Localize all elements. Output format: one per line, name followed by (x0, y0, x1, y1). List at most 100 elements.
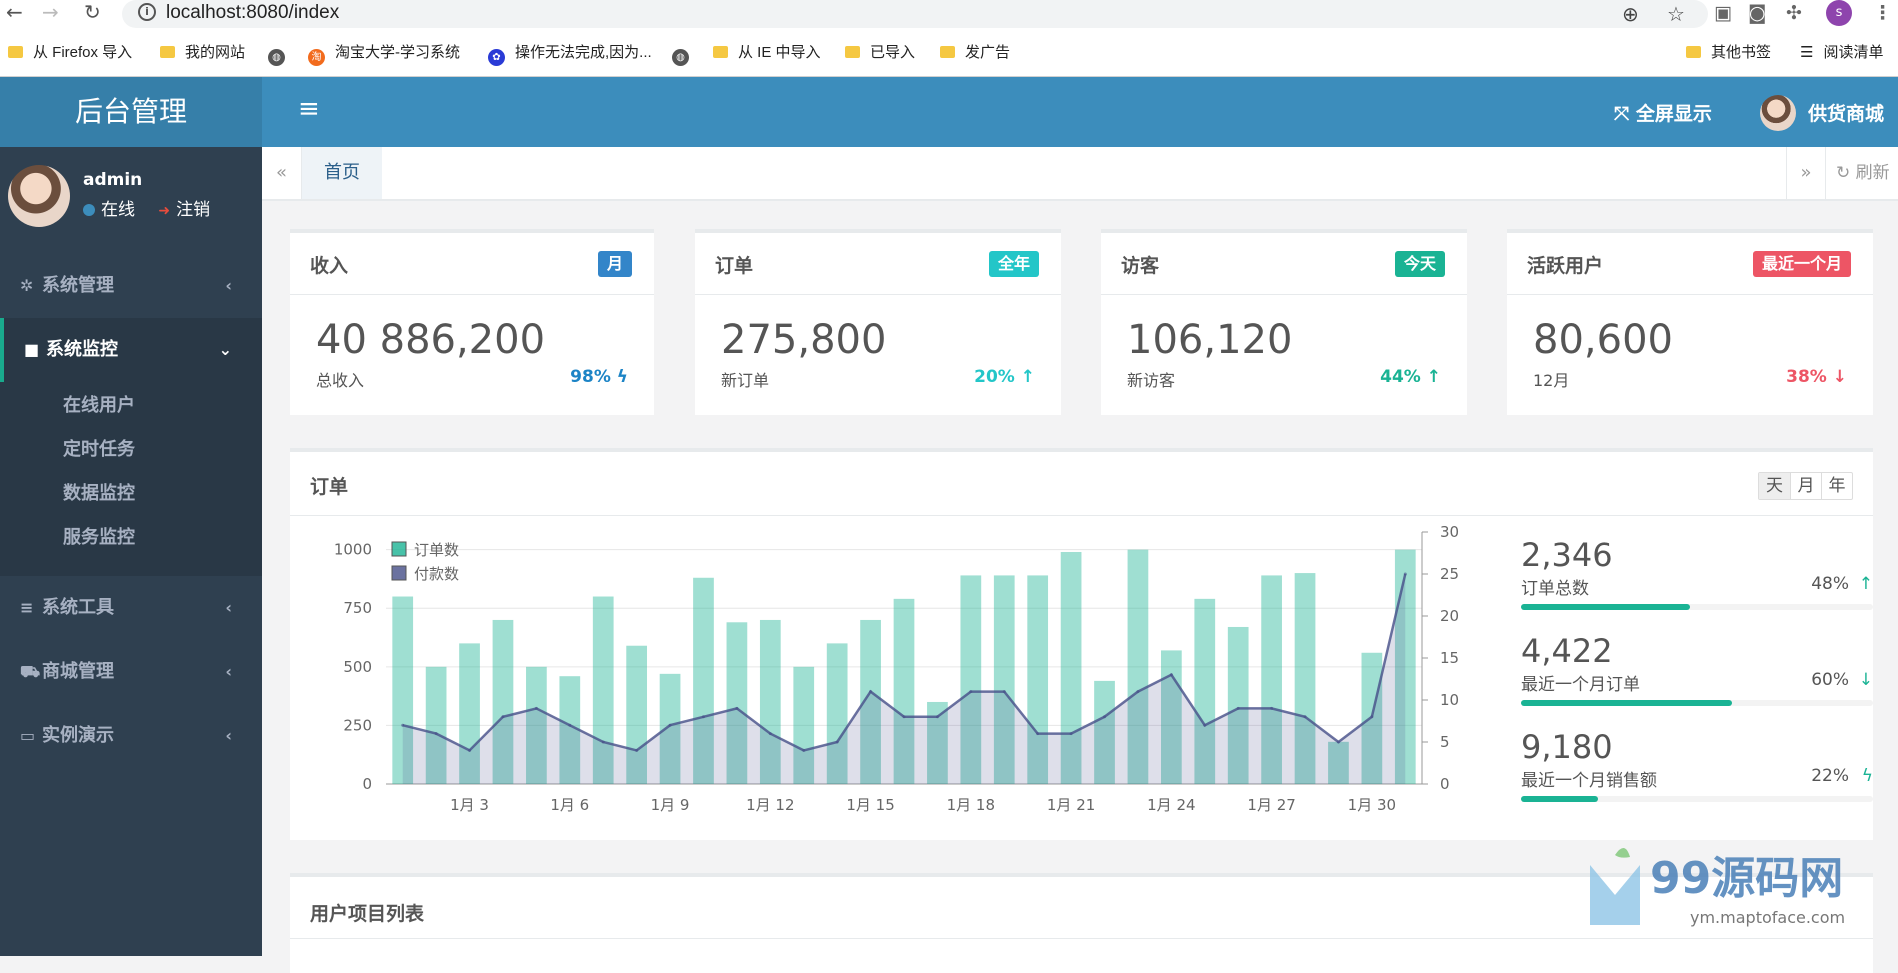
expand-icon: ⤧ (1614, 103, 1636, 125)
bookmark-item[interactable]: 淘淘宝大学-学习系统 (308, 41, 460, 66)
avatar[interactable] (1760, 95, 1796, 131)
line-point (468, 748, 472, 752)
other-bookmarks[interactable]: 其他书签 (1686, 41, 1771, 65)
line-point (501, 715, 505, 719)
sidebar-item-system-management[interactable]: ✲ 系统管理 ‹ (0, 254, 262, 318)
avatar[interactable] (8, 165, 70, 227)
bookmarks-bar: 从 Firefox 导入 我的网站 ◍ 淘淘宝大学-学习系统 ✿ 操作无法完成,因… (0, 41, 1898, 66)
scroll-left-icon[interactable]: « (262, 147, 302, 199)
line-point (1403, 572, 1407, 576)
range-day-button[interactable]: 天 (1759, 473, 1790, 499)
y-tick-label-right: 20 (1440, 607, 1459, 625)
line-point (768, 732, 772, 736)
kpi-value: 275,800 (721, 317, 887, 363)
folder-icon (845, 46, 860, 58)
kpi-label: 新访客 (1127, 371, 1176, 390)
back-icon[interactable]: ← (6, 0, 23, 24)
y-tick-label-left: 750 (343, 599, 372, 617)
badge-last-month: 最近一个月 (1752, 251, 1851, 277)
refresh-button[interactable]: ↻ 刷新 (1836, 147, 1890, 199)
url-text[interactable]: localhost:8080/index (166, 2, 339, 24)
line-point (735, 706, 739, 710)
kpi-card-visitors: 访客 今天 106,120 新访客 44% ↑ (1101, 229, 1467, 415)
tabs-bar: « 首页 » ↻ 刷新 (262, 147, 1898, 201)
address-bar[interactable]: i localhost:8080/index ⊕ ☆ (122, 0, 1708, 28)
line-point (1236, 706, 1240, 710)
line-point (534, 706, 538, 710)
arrow-down-icon: ↓ (1832, 367, 1847, 387)
bolt-icon: ϟ (1861, 766, 1873, 786)
submenu-item-data-monitor[interactable]: 数据监控 (0, 472, 262, 516)
main-content: 收入月 40 886,200 总收入 98% ϟ 订单 全年 275,800 新订… (262, 201, 1898, 973)
submenu-item-service-monitor[interactable]: 服务监控 (0, 516, 262, 560)
bookmark-item[interactable]: 发广告 (940, 41, 1010, 65)
line-point (568, 723, 572, 727)
stat-label: 最近一个月订单 (1521, 675, 1640, 695)
bookmark-item[interactable]: ◍ (268, 41, 295, 66)
folder-icon (1686, 46, 1701, 58)
bookmark-item[interactable]: ◍ (672, 41, 699, 66)
extension-icon[interactable]: ▣ (1714, 2, 1732, 24)
menu-toggle-icon[interactable]: ≡ (298, 94, 320, 124)
submenu-item-online-users[interactable]: 在线用户 (0, 384, 262, 428)
y-tick-label-right: 0 (1440, 775, 1450, 793)
chevron-down-icon: ⌄ (218, 340, 232, 359)
card-title: 访客 (1121, 255, 1160, 277)
shop-menu[interactable]: 供货商城 (1808, 99, 1884, 126)
submenu-item-scheduled-tasks[interactable]: 定时任务 (0, 428, 262, 472)
info-icon[interactable]: i (138, 3, 156, 21)
zoom-icon[interactable]: ⊕ (1622, 2, 1639, 26)
legend-label: 付款数 (414, 565, 459, 583)
reading-list[interactable]: ☰ 阅读清单 (1800, 41, 1883, 65)
sidebar-item-demos[interactable]: ▭ 实例演示 ‹ (0, 704, 262, 768)
reload-icon[interactable]: ↻ (84, 0, 101, 24)
stat-value: 2,346 (1521, 536, 1613, 574)
sidebar-item-system-monitor[interactable]: ■ 系统监控 ⌄ (0, 318, 262, 382)
globe-icon: ◍ (268, 49, 285, 66)
line-point (1303, 715, 1307, 719)
bookmark-item[interactable]: 从 IE 中导入 (713, 41, 821, 65)
tab-home[interactable]: 首页 (302, 147, 382, 199)
video-camera-icon: ■ (24, 340, 40, 359)
bookmark-item[interactable]: 我的网站 (160, 41, 245, 65)
arrow-up-icon: ↑ (1858, 574, 1873, 594)
star-icon[interactable]: ☆ (1667, 2, 1685, 26)
kpi-label: 12月 (1533, 371, 1570, 390)
bookmark-item[interactable]: 已导入 (845, 41, 915, 65)
profile-avatar[interactable]: s (1826, 0, 1852, 26)
taobao-icon: 淘 (308, 49, 325, 66)
progress-fill (1521, 700, 1733, 706)
logout-icon[interactable]: ➜ (158, 203, 170, 219)
line-point (701, 715, 705, 719)
bookmark-item[interactable]: ✿ 操作无法完成,因为... (488, 41, 652, 66)
bookmark-item[interactable]: 从 Firefox 导入 (8, 41, 132, 65)
sidebar: 后台管理 admin 在线 ➜ 注销 ✲ 系统管理 ‹ ■ 系统监控 ⌄ 在线用户 定… (0, 77, 262, 956)
scroll-right-icon[interactable]: » (1786, 147, 1826, 199)
fullscreen-button[interactable]: ⤧ 全屏显示 (1614, 99, 1712, 126)
range-month-button[interactable]: 月 (1790, 473, 1821, 499)
logout-link[interactable]: 注销 (176, 200, 210, 220)
more-icon[interactable]: ⋮ (1873, 2, 1892, 24)
line-point (401, 723, 405, 727)
card-title: 收入 (310, 255, 349, 277)
camera-icon[interactable]: ◙ (1748, 2, 1766, 24)
bars-icon: ≡ (20, 598, 34, 617)
line-point (1136, 690, 1140, 694)
x-tick-label: 1月 9 (651, 796, 690, 814)
sidebar-item-shop-management[interactable]: ⛟ 商城管理 ‹ (0, 640, 262, 704)
puzzle-icon[interactable]: ✣ (1786, 2, 1802, 24)
forward-icon[interactable]: → (42, 0, 59, 24)
line-point (1203, 723, 1207, 727)
user-name: admin (83, 170, 143, 190)
gear-icon: ✲ (20, 276, 34, 295)
line-point (668, 723, 672, 727)
badge-today: 今天 (1394, 251, 1445, 277)
kpi-percent: 38% ↓ (1786, 367, 1847, 387)
range-switch: 天 月 年 (1758, 472, 1853, 500)
user-status: 在线 ➜ 注销 (83, 195, 210, 220)
range-year-button[interactable]: 年 (1821, 473, 1852, 499)
brand-title[interactable]: 后台管理 (0, 77, 262, 147)
sidebar-item-system-tools[interactable]: ≡ 系统工具 ‹ (0, 576, 262, 640)
y-tick-label-left: 1000 (334, 541, 372, 559)
watermark-brand: 99源码网 (1650, 853, 1843, 904)
